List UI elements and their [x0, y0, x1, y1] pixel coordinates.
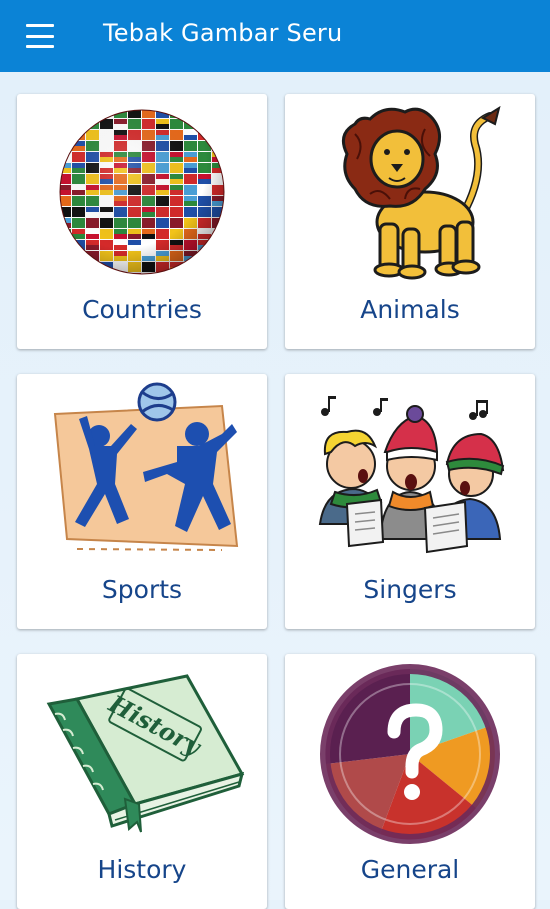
question-wheel-icon — [320, 664, 500, 844]
category-label: History — [97, 855, 187, 884]
lion-icon — [341, 105, 501, 280]
app-title: Tebak Gambar Seru — [103, 19, 343, 47]
menu-icon[interactable] — [24, 22, 56, 50]
category-card-countries[interactable]: Countries — [17, 94, 267, 349]
globe-flags-icon — [59, 109, 225, 275]
category-card-singers[interactable]: Singers — [285, 374, 535, 629]
category-card-animals[interactable]: Animals — [285, 94, 535, 349]
category-label: General — [360, 855, 460, 884]
app-bar: Tebak Gambar Seru — [0, 0, 550, 72]
category-label: Animals — [360, 295, 460, 324]
category-card-general[interactable]: General — [285, 654, 535, 909]
history-book-icon: History — [46, 674, 245, 833]
carol-singers-icon — [318, 396, 505, 554]
category-card-history[interactable]: History History — [17, 654, 267, 909]
players-ball-icon — [53, 382, 239, 551]
category-card-sports[interactable]: Sports — [17, 374, 267, 629]
category-label: Countries — [82, 295, 202, 324]
category-label: Sports — [101, 575, 183, 604]
category-label: Singers — [363, 575, 457, 604]
